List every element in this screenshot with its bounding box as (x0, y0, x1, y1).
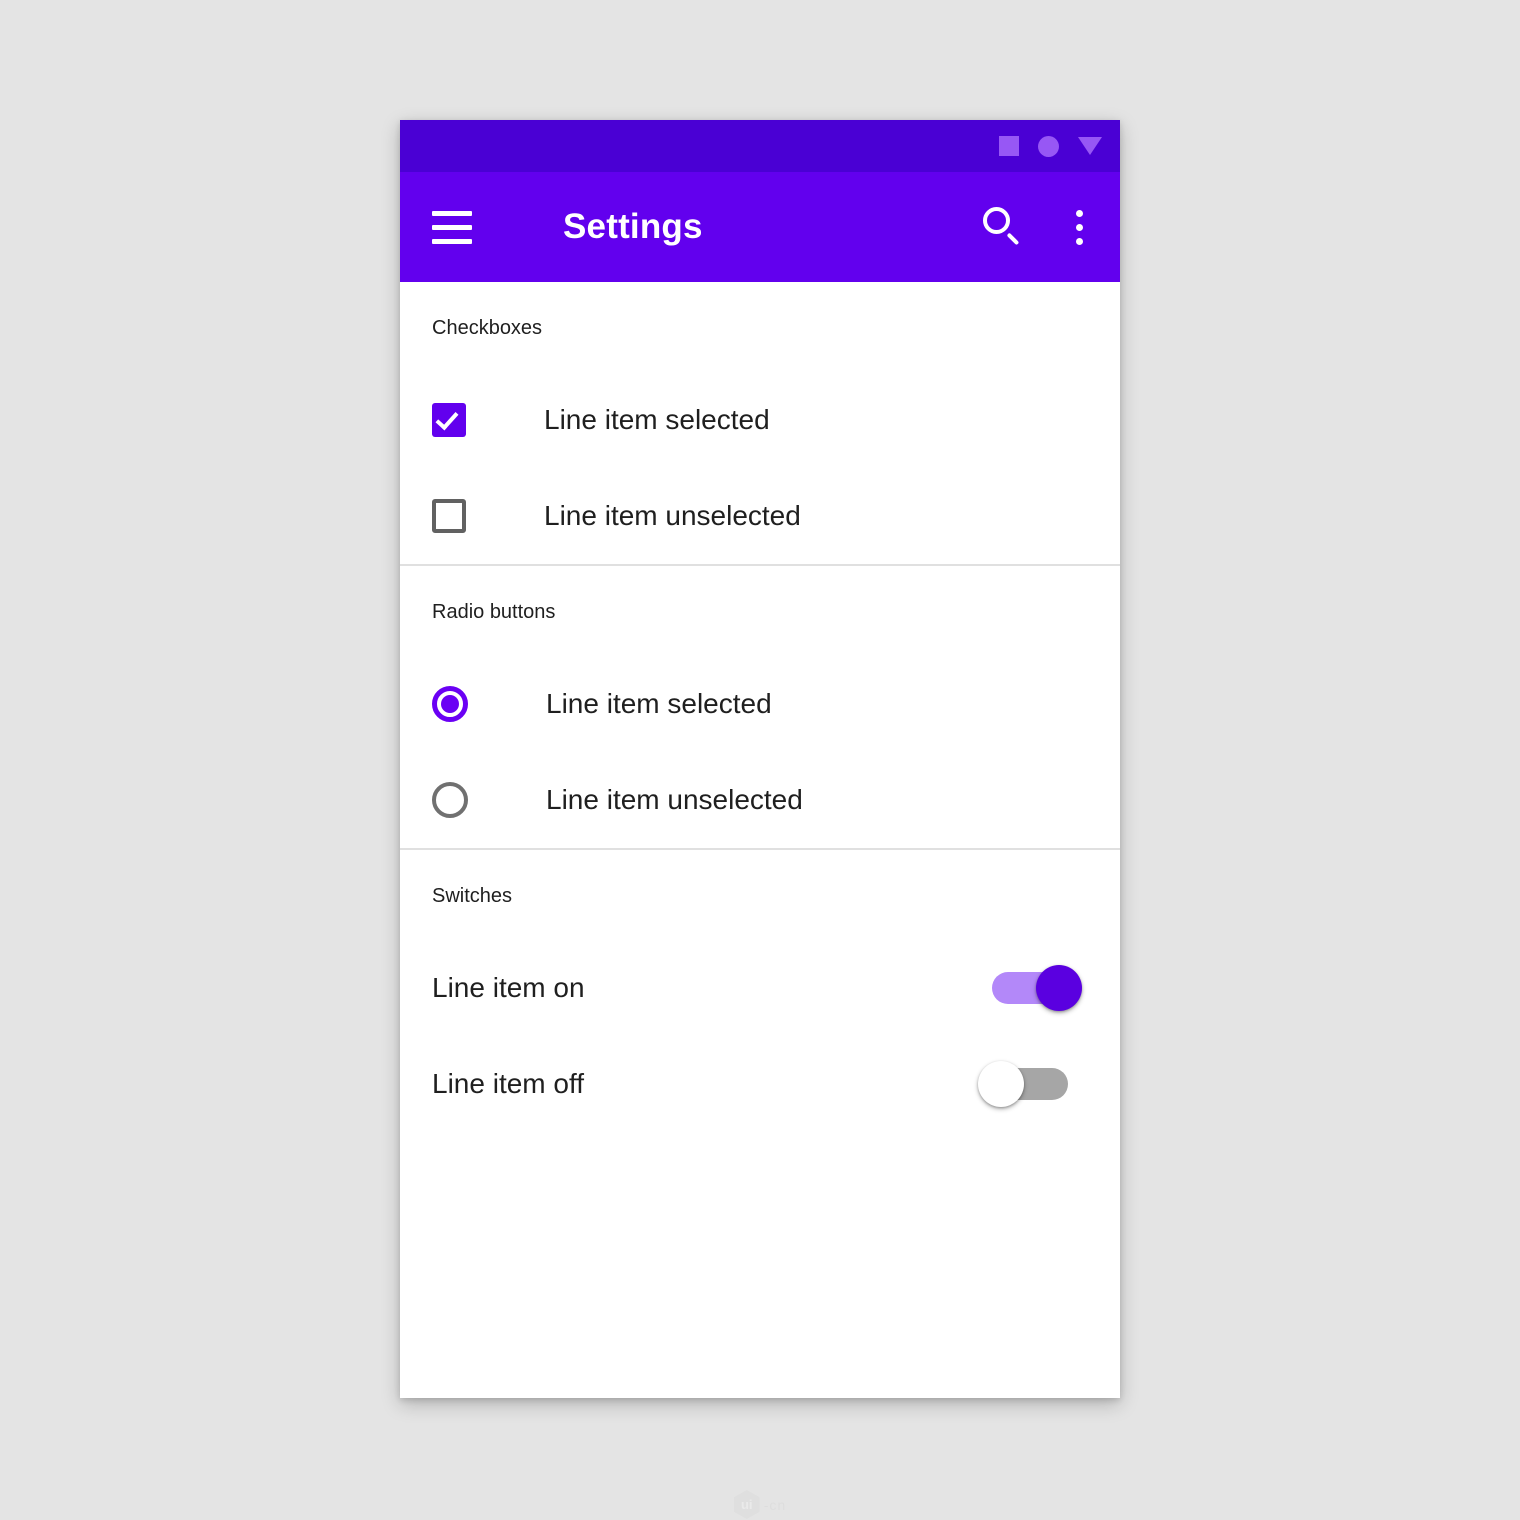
checkbox-label: Line item selected (544, 404, 770, 435)
radio-unselected-icon[interactable] (432, 782, 468, 818)
watermark: ui -cn (733, 1490, 787, 1519)
hamburger-line (432, 238, 472, 244)
checkmark-icon (435, 406, 459, 431)
radio-row-unselected[interactable]: Line item unselected (400, 752, 1120, 848)
switch-row-off[interactable]: Line item off (400, 1036, 1120, 1132)
hamburger-menu-icon[interactable] (432, 204, 478, 250)
checkbox-unchecked-icon[interactable] (432, 499, 466, 533)
triangle-down-icon (1078, 137, 1102, 155)
switch-thumb (1036, 965, 1082, 1011)
switch-label: Line item on (432, 972, 585, 1003)
checkbox-row-selected[interactable]: Line item selected (400, 372, 1120, 468)
circle-icon (1038, 135, 1059, 157)
radio-dot (441, 695, 459, 713)
overflow-dot (1075, 237, 1083, 245)
watermark-text: -cn (763, 1496, 787, 1513)
switch-thumb (978, 1061, 1024, 1107)
phone-preview-card: Settings Checkboxes Line item selected L… (400, 120, 1120, 1398)
radio-label: Line item selected (546, 688, 772, 719)
overflow-menu-icon[interactable] (1064, 205, 1094, 249)
watermark-logo-icon: ui (733, 1490, 760, 1519)
status-bar (400, 120, 1120, 172)
overflow-dot (1075, 209, 1083, 217)
search-handle (1006, 232, 1020, 246)
search-icon[interactable] (980, 205, 1024, 249)
hamburger-line (432, 224, 472, 230)
square-icon (999, 136, 1019, 156)
checkbox-checked-icon[interactable] (432, 403, 466, 437)
switch-row-on[interactable]: Line item on (400, 940, 1120, 1036)
switch-on-toggle[interactable] (992, 965, 1082, 1011)
checkbox-row-unselected[interactable]: Line item unselected (400, 468, 1120, 564)
section-header-switches: Switches (432, 885, 513, 907)
page-title: Settings (563, 207, 703, 246)
radio-selected-icon[interactable] (432, 686, 468, 722)
radio-row-selected[interactable]: Line item selected (400, 656, 1120, 752)
radio-label: Line item unselected (546, 784, 803, 815)
app-bar: Settings (400, 172, 1120, 282)
section-switches: Switches Line item on Line item off (400, 850, 1120, 1132)
section-checkboxes: Checkboxes Line item selected Line item … (400, 282, 1120, 564)
switch-off-toggle[interactable] (978, 1061, 1068, 1107)
section-header-checkboxes: Checkboxes (432, 317, 543, 339)
overflow-dot (1075, 223, 1083, 231)
settings-content: Checkboxes Line item selected Line item … (400, 282, 1120, 1132)
switch-label: Line item off (432, 1068, 585, 1099)
app-bar-actions (980, 205, 1094, 249)
checkbox-label: Line item unselected (544, 500, 801, 531)
section-header-radio-buttons: Radio buttons (432, 601, 556, 623)
hamburger-line (432, 210, 472, 216)
section-radio-buttons: Radio buttons Line item selected Line it… (400, 566, 1120, 848)
search-lens (983, 207, 1010, 234)
